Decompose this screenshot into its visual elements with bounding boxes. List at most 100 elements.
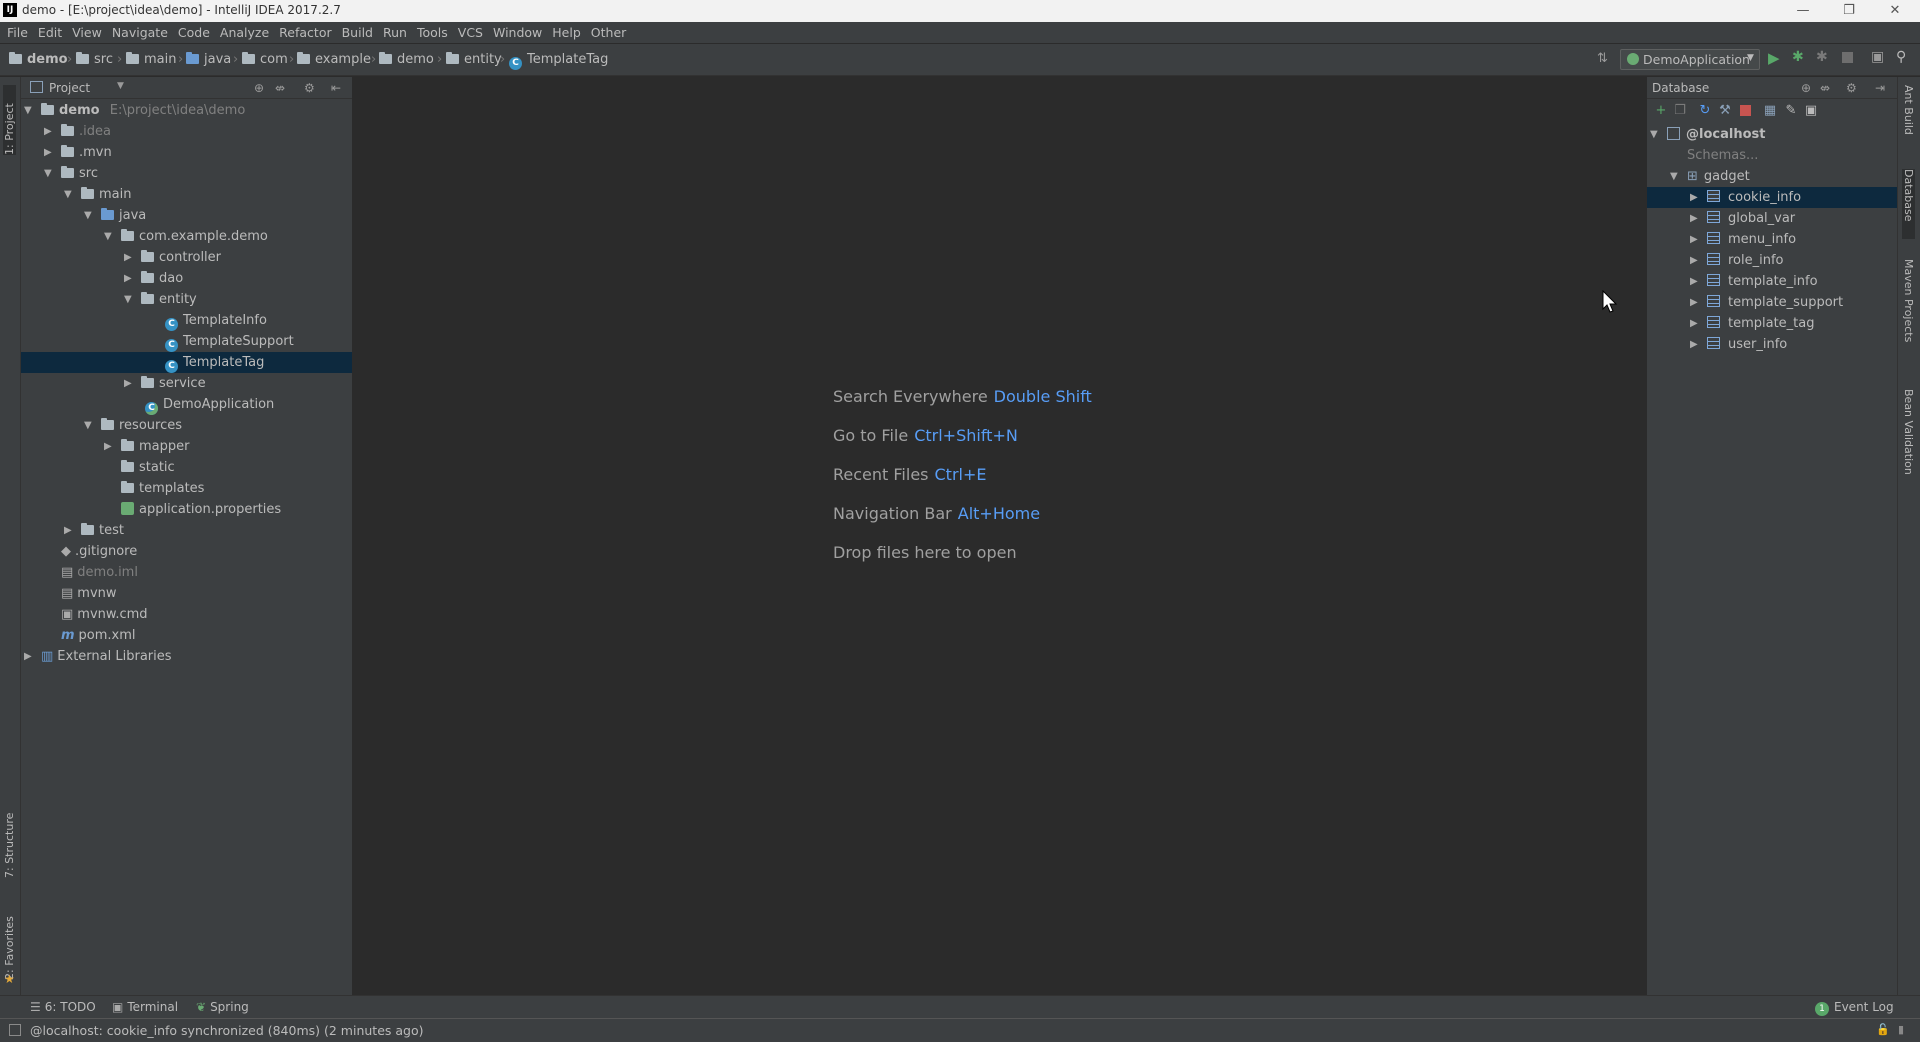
stop-icon[interactable] <box>1842 52 1853 63</box>
debug-icon[interactable]: ✱ <box>1792 49 1804 65</box>
close-button[interactable]: ✕ <box>1872 0 1918 22</box>
tree-item-templatetag[interactable]: C TemplateTag <box>21 352 352 373</box>
menu-code[interactable]: Code <box>173 22 215 44</box>
tree-item-static[interactable]: static <box>21 457 352 478</box>
breadcrumb-templatetag[interactable]: C TemplateTag <box>509 52 608 70</box>
minimize-button[interactable]: — <box>1780 0 1826 22</box>
build-icon[interactable]: ⇅ <box>1597 51 1608 66</box>
tab-ant-build[interactable]: Ant Build <box>1902 85 1915 155</box>
tree-item-templateinfo[interactable]: C TemplateInfo <box>21 310 352 331</box>
console-icon[interactable]: ▣ <box>1803 103 1819 119</box>
tree-item-pom-xml[interactable]: m pom.xml <box>21 625 352 646</box>
tree-item-entity[interactable]: ▼ entity <box>21 289 352 310</box>
db-table-template-info[interactable]: ▶ template_info <box>1647 271 1897 292</box>
menu-edit[interactable]: Edit <box>33 22 67 44</box>
tool-windows-icon[interactable] <box>9 1024 21 1036</box>
tree-item-gitignore[interactable]: ◆ .gitignore <box>21 541 352 562</box>
search-icon[interactable]: ⚲ <box>1896 49 1906 65</box>
db-table-role-info[interactable]: ▶ role_info <box>1647 250 1897 271</box>
collapse-all-icon[interactable]: ⇎ <box>1820 81 1830 95</box>
db-table-menu-info[interactable]: ▶ menu_info <box>1647 229 1897 250</box>
breadcrumb-demo-package[interactable]: demo <box>379 52 434 67</box>
tree-item-controller[interactable]: ▶ controller <box>21 247 352 268</box>
run-icon[interactable]: ▶ <box>1768 49 1780 67</box>
db-schema-gadget[interactable]: ▼ ⊞ gadget <box>1647 166 1897 187</box>
breadcrumb-main[interactable]: main <box>126 52 176 67</box>
db-table-cookie-info[interactable]: ▶ cookie_info <box>1647 187 1897 208</box>
editor-area[interactable]: Search Everywhere Double Shift Go to File… <box>353 77 1646 995</box>
gear-icon[interactable]: ⚙ <box>304 81 315 95</box>
collapse-all-icon[interactable]: ⇎ <box>275 81 285 95</box>
tree-item-application-properties[interactable]: application.properties <box>21 499 352 520</box>
hide-panel-icon[interactable]: ⇤ <box>331 81 341 95</box>
menu-navigate[interactable]: Navigate <box>107 22 173 44</box>
tab-maven-projects[interactable]: Maven Projects <box>1902 259 1915 369</box>
locate-icon[interactable]: ⊕ <box>254 81 264 95</box>
lock-icon[interactable]: 🔓 <box>1876 1023 1890 1036</box>
breadcrumb-java[interactable]: java <box>186 52 231 67</box>
edit-source-icon[interactable]: ✎ <box>1783 103 1799 119</box>
tab-terminal[interactable]: ▣ Terminal <box>112 1000 178 1014</box>
chevron-down-icon[interactable]: ▼ <box>117 81 124 91</box>
tab-favorites[interactable]: 2: Favorites <box>3 905 16 980</box>
tree-item-java[interactable]: ▼ java <box>21 205 352 226</box>
breadcrumb-example[interactable]: example <box>297 52 371 67</box>
properties-icon[interactable]: ⚒ <box>1717 103 1733 119</box>
tab-project[interactable]: 1: Project <box>3 85 16 155</box>
refresh-icon[interactable]: ↻ <box>1697 103 1713 119</box>
project-panel-title[interactable]: Project <box>49 81 90 95</box>
tree-item-main[interactable]: ▼ main <box>21 184 352 205</box>
tree-item-mvnw[interactable]: ▤ mvnw <box>21 583 352 604</box>
menu-analyze[interactable]: Analyze <box>215 22 274 44</box>
tree-item-idea[interactable]: ▶ .idea <box>21 121 352 142</box>
restore-button[interactable]: ❐ <box>1826 0 1872 22</box>
tree-item-external-libraries[interactable]: ▶ ▥ External Libraries <box>21 646 352 667</box>
tree-item-mvn[interactable]: ▶ .mvn <box>21 142 352 163</box>
db-table-template-support[interactable]: ▶ template_support <box>1647 292 1897 313</box>
memory-indicator-icon[interactable]: ▮ <box>1898 1023 1904 1036</box>
hide-panel-icon[interactable]: ⇥ <box>1875 81 1885 95</box>
db-host-localhost[interactable]: ▼ @localhost <box>1647 124 1897 145</box>
menu-file[interactable]: File <box>0 22 33 44</box>
breadcrumb-entity[interactable]: entity <box>446 52 502 67</box>
tree-item-templates[interactable]: templates <box>21 478 352 499</box>
coverage-icon[interactable]: ✱ <box>1816 49 1828 65</box>
tree-item-demoapplication[interactable]: C DemoApplication <box>21 394 352 415</box>
menu-build[interactable]: Build <box>337 22 378 44</box>
tab-todo[interactable]: ☰ 6: TODO <box>30 1000 96 1014</box>
breadcrumb-com[interactable]: com <box>242 52 288 67</box>
tree-item-test[interactable]: ▶ test <box>21 520 352 541</box>
table-editor-icon[interactable]: ▦ <box>1762 103 1778 119</box>
tab-structure[interactable]: 7: Structure <box>3 803 16 878</box>
tree-item-mapper[interactable]: ▶ mapper <box>21 436 352 457</box>
tree-item-service[interactable]: ▶ service <box>21 373 352 394</box>
gear-icon[interactable]: ⚙ <box>1846 81 1857 95</box>
db-schemas-link[interactable]: Schemas... <box>1647 145 1897 166</box>
tree-item-mvnw-cmd[interactable]: ▣ mvnw.cmd <box>21 604 352 625</box>
menu-window[interactable]: Window <box>488 22 547 44</box>
run-config-select[interactable]: DemoApplication ▼ <box>1620 49 1760 70</box>
tree-item-dao[interactable]: ▶ dao <box>21 268 352 289</box>
menu-other[interactable]: Other <box>586 22 632 44</box>
db-table-template-tag[interactable]: ▶ template_tag <box>1647 313 1897 334</box>
project-structure-icon[interactable]: ▣ <box>1871 49 1884 65</box>
tab-bean-validation[interactable]: Bean Validation <box>1902 389 1915 499</box>
add-icon[interactable]: + <box>1653 103 1669 119</box>
tree-item-templatesupport[interactable]: C TemplateSupport <box>21 331 352 352</box>
tree-item-demo[interactable]: ▼ demo E:\project\idea\demo <box>21 100 352 121</box>
tab-spring[interactable]: ❦ Spring <box>196 1000 249 1014</box>
tree-item-resources[interactable]: ▼ resources <box>21 415 352 436</box>
tab-event-log[interactable]: 1 Event Log <box>1815 1000 1894 1016</box>
db-table-global-var[interactable]: ▶ global_var <box>1647 208 1897 229</box>
disconnect-icon[interactable] <box>1737 103 1753 119</box>
menu-help[interactable]: Help <box>547 22 586 44</box>
menu-refactor[interactable]: Refactor <box>274 22 336 44</box>
copy-icon[interactable]: ❐ <box>1672 103 1688 119</box>
tree-item-src[interactable]: ▼ src <box>21 163 352 184</box>
locate-icon[interactable]: ⊕ <box>1801 81 1811 95</box>
breadcrumb-demo[interactable]: demo <box>9 52 68 67</box>
menu-run[interactable]: Run <box>378 22 412 44</box>
menu-vcs[interactable]: VCS <box>453 22 488 44</box>
tree-item-com-example-demo[interactable]: ▼ com.example.demo <box>21 226 352 247</box>
menu-view[interactable]: View <box>67 22 107 44</box>
